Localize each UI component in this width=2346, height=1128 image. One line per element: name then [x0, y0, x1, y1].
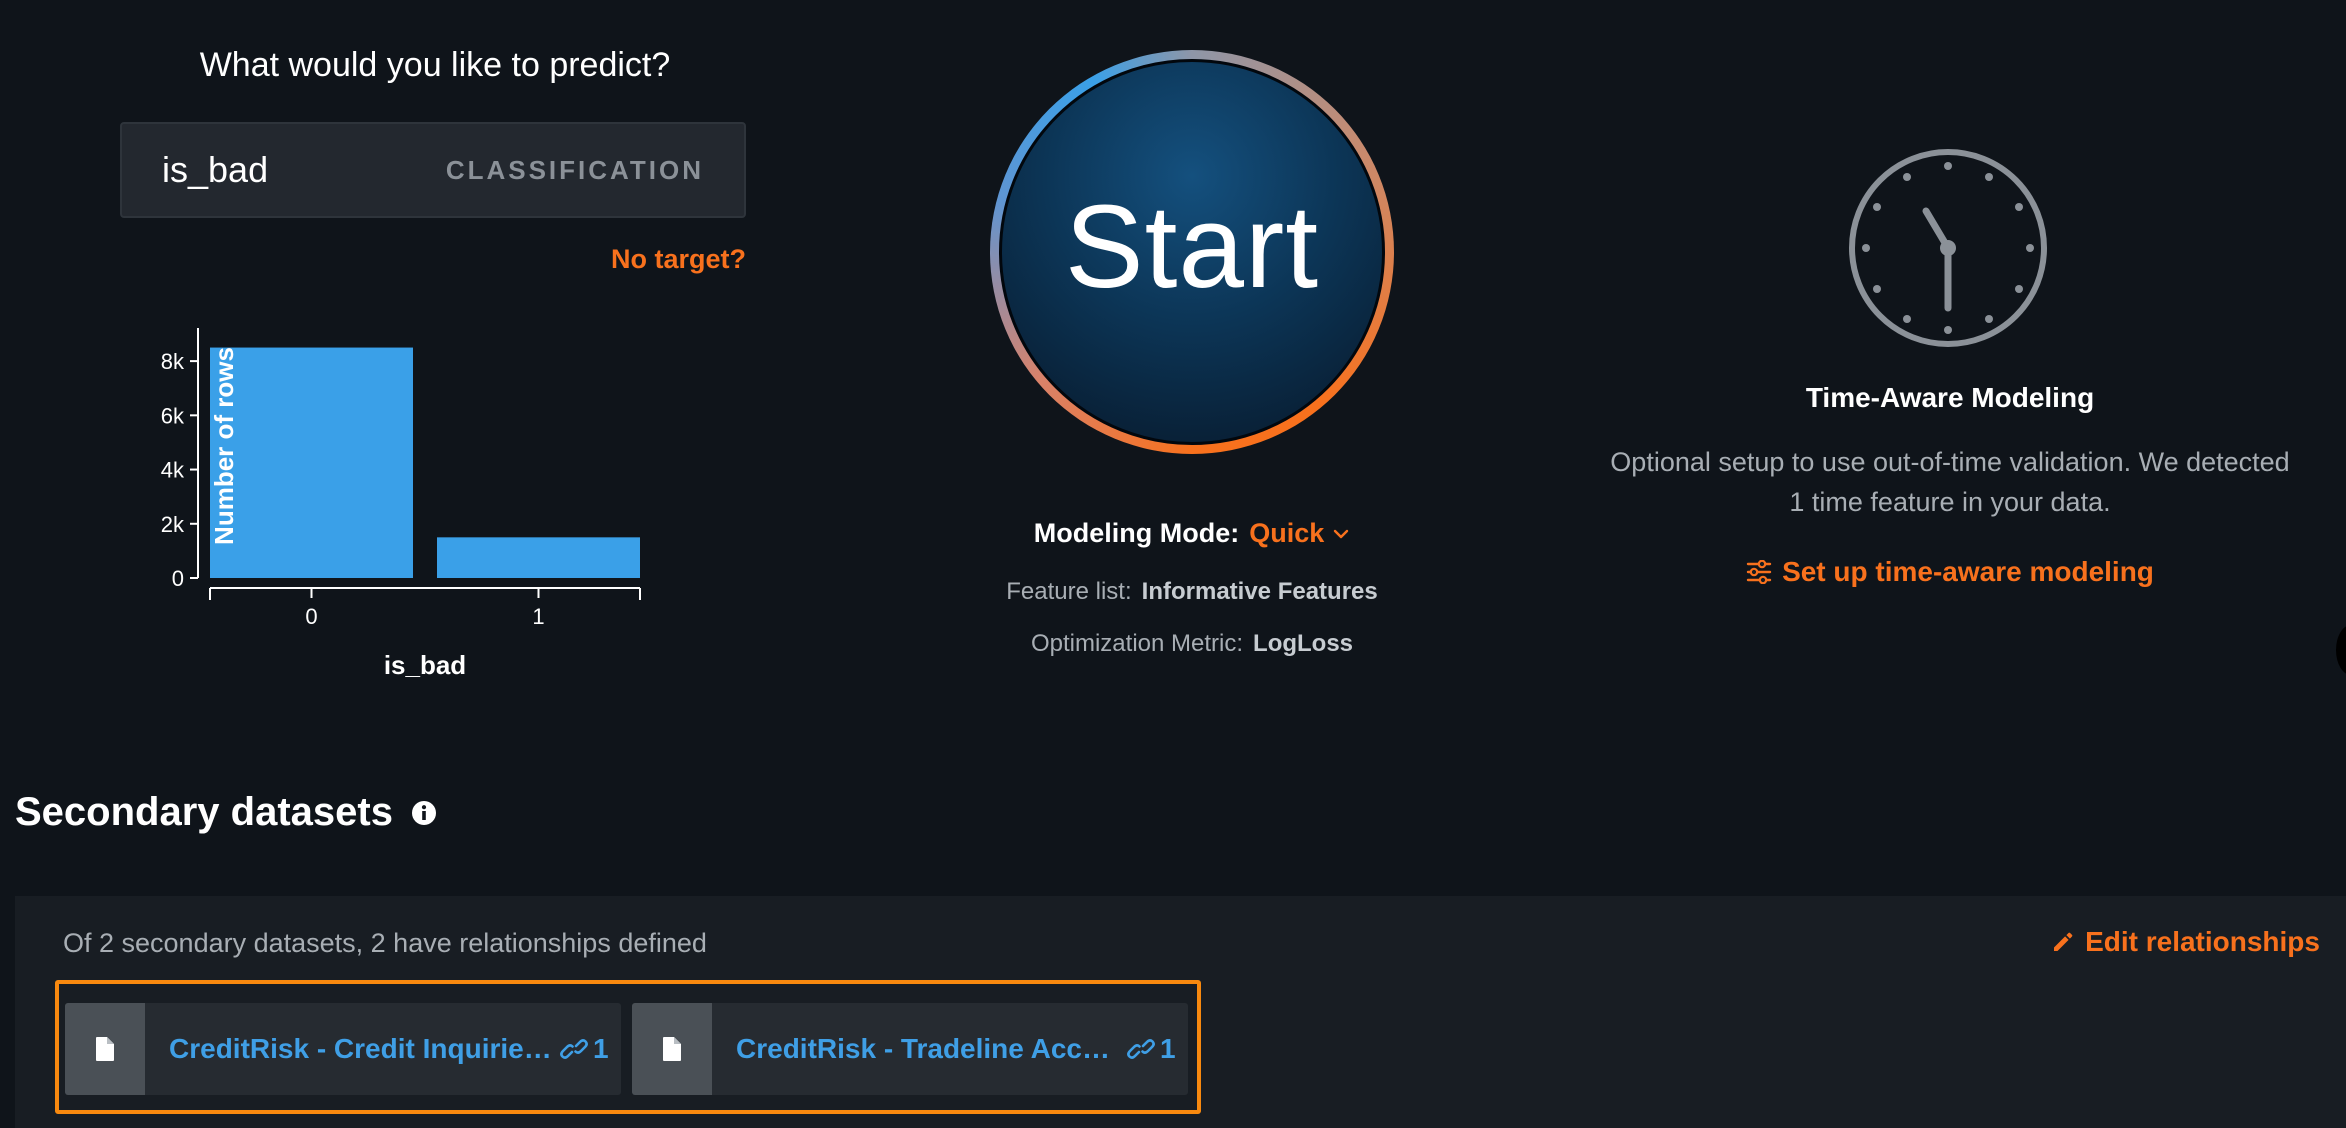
x-tick-label: 0: [305, 604, 317, 629]
target-histogram: 0 2k 4k 6k 8k 0 1 is_bad Number of rows: [150, 320, 690, 680]
optimization-metric-label: Optimization Metric:: [1030, 630, 1244, 657]
dataset-card[interactable]: CreditRisk - Credit Inquiries.csv 1: [65, 1003, 621, 1095]
modeling-mode-dropdown[interactable]: Quick: [1249, 518, 1350, 549]
secondary-datasets-summary: Of 2 secondary datasets, 2 have relation…: [63, 928, 707, 958]
modeling-mode-value[interactable]: Quick: [1249, 518, 1324, 549]
feature-list-row: Feature list: Informative Features: [900, 578, 1484, 606]
dataset-card[interactable]: CreditRisk - Tradeline Accounts.csv 1: [632, 1003, 1188, 1095]
target-value[interactable]: is_bad: [162, 149, 268, 191]
edit-relationships-link[interactable]: Edit relationships: [2051, 926, 2320, 958]
pencil-icon[interactable]: [2051, 930, 2075, 954]
y-axis-title: Number of rows: [209, 347, 239, 545]
optimization-metric-value[interactable]: LogLoss: [1253, 630, 1353, 658]
edge-handle[interactable]: [2336, 625, 2346, 675]
target-type-badge: CLASSIFICATION: [445, 154, 704, 185]
x-tick-label: 1: [532, 604, 544, 629]
y-tick-label: 0: [172, 566, 184, 591]
chevron-down-icon[interactable]: [1332, 525, 1350, 543]
dataset-icon-box: [65, 1003, 145, 1095]
file-icon: [663, 1037, 681, 1061]
start-label: Start: [1064, 181, 1320, 313]
no-target-link[interactable]: No target?: [611, 244, 746, 275]
y-tick-label: 6k: [161, 403, 185, 428]
x-axis-title: is_bad: [384, 650, 466, 680]
dataset-relationship-count[interactable]: 1: [559, 1033, 609, 1065]
modeling-mode-label: Modeling Mode:: [1033, 518, 1240, 548]
histogram-svg: 0 2k 4k 6k 8k 0 1 is_bad Number of rows: [161, 328, 641, 680]
histogram-bar: [210, 347, 413, 578]
secondary-datasets-title: Secondary datasets: [15, 790, 393, 834]
dataset-icon-box: [632, 1003, 712, 1095]
y-tick-label: 8k: [161, 349, 185, 374]
file-icon: [96, 1037, 114, 1061]
target-question: What would you like to predict?: [199, 46, 671, 84]
sliders-icon[interactable]: [1746, 560, 1772, 584]
target-input[interactable]: is_bad CLASSIFICATION: [120, 122, 746, 218]
start-button[interactable]: Start: [990, 50, 1394, 454]
feature-list-value[interactable]: Informative Features: [1142, 578, 1378, 606]
time-aware-setup-label[interactable]: Set up time-aware modeling: [1782, 556, 2154, 588]
time-aware-description: Optional setup to use out-of-time valida…: [1610, 447, 2290, 517]
secondary-datasets-header: Secondary datasets: [15, 790, 437, 835]
optimization-metric-row: Optimization Metric: LogLoss: [900, 630, 1484, 658]
time-aware-title: Time-Aware Modeling: [1805, 382, 2095, 413]
dataset-relationship-count[interactable]: 1: [1126, 1033, 1176, 1065]
link-icon: [560, 1039, 588, 1059]
feature-list-label: Feature list:: [1006, 578, 1132, 605]
clock-icon: [1849, 149, 2047, 347]
edit-relationships-label[interactable]: Edit relationships: [2085, 926, 2320, 958]
histogram-bar: [437, 537, 640, 578]
dataset-name[interactable]: CreditRisk - Tradeline Accounts.csv: [736, 1033, 1120, 1065]
time-aware-setup-link[interactable]: Set up time-aware modeling: [1600, 556, 2300, 588]
y-tick-label: 4k: [161, 458, 185, 483]
link-icon: [1127, 1039, 1155, 1059]
modeling-mode-row: Modeling Mode: Quick: [990, 518, 1394, 549]
info-icon[interactable]: [411, 800, 437, 826]
start-button-face[interactable]: Start: [999, 59, 1385, 445]
y-tick-label: 2k: [161, 512, 185, 537]
dataset-name[interactable]: CreditRisk - Credit Inquiries.csv: [169, 1033, 553, 1065]
